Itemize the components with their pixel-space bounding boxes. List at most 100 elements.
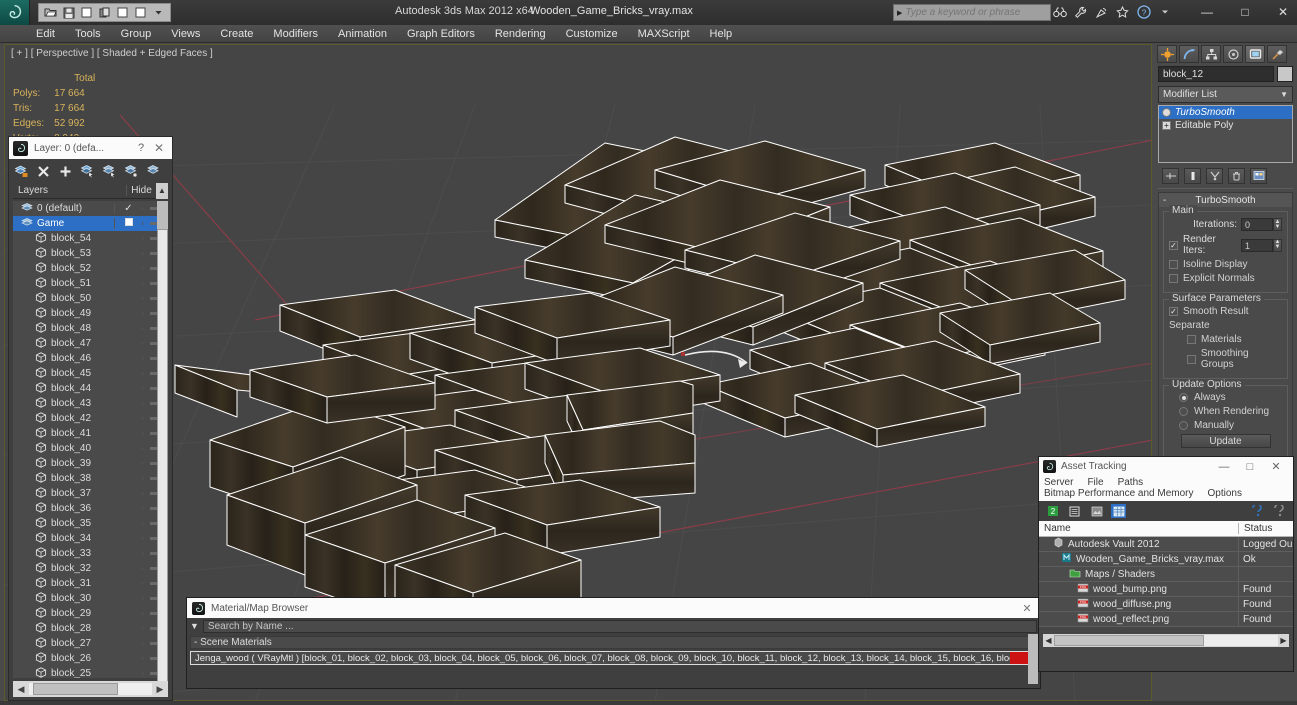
new-scene-button[interactable] (114, 5, 131, 21)
manually-radio[interactable] (1179, 421, 1188, 430)
open-file-button[interactable] (42, 5, 59, 21)
make-unique-button[interactable] (1206, 167, 1223, 184)
isoline-display-checkbox[interactable] (1169, 260, 1178, 269)
layer-row-block-44[interactable]: block_44 (13, 381, 168, 396)
hierarchy-tab[interactable] (1201, 45, 1221, 63)
always-radio[interactable] (1179, 393, 1188, 402)
smoothing-groups-checkbox[interactable] (1187, 354, 1196, 364)
layer-row-block-46[interactable]: block_46 (13, 351, 168, 366)
layer-row-block-45[interactable]: block_45 (13, 366, 168, 381)
asset-menu-options[interactable]: Options (1208, 488, 1242, 499)
menu-item-tools[interactable]: Tools (75, 28, 101, 40)
layer-row-toggle[interactable]: ✓ (114, 203, 142, 214)
layer-row-block-38[interactable]: block_38 (13, 471, 168, 486)
list-view-icon[interactable] (1067, 504, 1082, 518)
select-highlighted-objects-icon[interactable] (102, 164, 117, 179)
3dsmax-logo-icon[interactable] (0, 0, 30, 25)
menu-item-rendering[interactable]: Rendering (495, 28, 546, 40)
object-color-swatch[interactable] (1277, 66, 1293, 82)
asset-row[interactable]: PNG wood_reflect.png Found (1039, 611, 1293, 627)
satellite-dish-icon[interactable] (1094, 4, 1109, 20)
layer-row-block-47[interactable]: block_47 (13, 336, 168, 351)
layer-row-block-37[interactable]: block_37 (13, 486, 168, 501)
display-tab[interactable] (1245, 45, 1265, 63)
refresh-green-icon[interactable]: 2 (1045, 504, 1060, 518)
layer-list-horizontal-scrollbar[interactable]: ◀ ▶ (13, 681, 168, 697)
layer-list-scroll-up-icon[interactable]: ▲ (156, 182, 168, 199)
search-dropdown-icon[interactable]: ▶ (894, 9, 905, 17)
layer-row-block-39[interactable]: block_39 (13, 456, 168, 471)
lightbulb-icon[interactable] (1162, 108, 1171, 117)
help-blue-icon[interactable] (1250, 504, 1265, 518)
layer-row-toggle[interactable] (114, 218, 142, 229)
table-view-icon[interactable] (1111, 504, 1126, 518)
layer-dialog-close-button[interactable]: ✕ (150, 141, 168, 155)
pin-stack-button[interactable] (1162, 167, 1179, 184)
menu-item-modifiers[interactable]: Modifiers (273, 28, 318, 40)
iterations-spinner[interactable]: 0 ▲ ▼ (1241, 218, 1282, 231)
smooth-result-row[interactable]: ✓ Smooth Result (1169, 306, 1282, 317)
layer-row-block-49[interactable]: block_49 (13, 306, 168, 321)
smoothing-groups-row[interactable]: Smoothing Groups (1169, 348, 1282, 370)
layer-row-block-41[interactable]: block_41 (13, 426, 168, 441)
layer-row-block-33[interactable]: block_33 (13, 546, 168, 561)
h-scroll-track[interactable] (29, 683, 152, 695)
layer-row-block-54[interactable]: block_54 (13, 231, 168, 246)
material-list-item[interactable]: Jenga_wood ( VRayMtl ) [block_01, block_… (190, 651, 1037, 665)
menu-item-animation[interactable]: Animation (338, 28, 387, 40)
help-circle-icon[interactable]: ? (1136, 4, 1151, 20)
material-search-input[interactable]: Search by Name ... (202, 619, 1037, 633)
material-browser-close-button[interactable]: ✕ (1019, 602, 1035, 615)
render-iters-value[interactable]: 1 (1241, 238, 1273, 252)
asset-row[interactable]: PNG wood_diffuse.png Found (1039, 596, 1293, 612)
modify-tab[interactable] (1179, 45, 1199, 63)
asset-row[interactable]: Autodesk Vault 2012 Logged Ou (1039, 536, 1293, 552)
search-input[interactable] (905, 7, 1034, 18)
material-browser-scrollbar[interactable] (1028, 634, 1038, 684)
asset-row[interactable]: Wooden_Game_Bricks_vray.max Ok (1039, 551, 1293, 567)
plus-box-icon[interactable]: + (1162, 121, 1171, 130)
layer-row-block-43[interactable]: block_43 (13, 396, 168, 411)
asset-menu-bitmap-performance[interactable]: Bitmap Performance and Memory (1044, 488, 1194, 499)
modifier-stack[interactable]: TurboSmooth + Editable Poly (1158, 105, 1293, 163)
layer-row-block-42[interactable]: block_42 (13, 411, 168, 426)
minimize-button[interactable]: — (1197, 2, 1217, 22)
layer-row-block-30[interactable]: block_30 (13, 591, 168, 606)
asset-maximize-button[interactable]: □ (1237, 461, 1263, 473)
undo-button[interactable] (78, 5, 95, 21)
layer-row-block-36[interactable]: block_36 (13, 501, 168, 516)
modifier-stack-item-turbosmooth[interactable]: TurboSmooth (1159, 106, 1292, 119)
layer-row-block-26[interactable]: block_26 (13, 651, 168, 666)
asset-row[interactable]: PNG wood_bump.png Found (1039, 581, 1293, 597)
smooth-result-checkbox[interactable]: ✓ (1169, 307, 1178, 316)
utilities-tab[interactable] (1267, 45, 1287, 63)
delete-layer-icon[interactable] (36, 164, 51, 179)
create-tab[interactable] (1157, 45, 1177, 63)
layer-row-block-34[interactable]: block_34 (13, 531, 168, 546)
asset-scroll-left-icon[interactable]: ◀ (1043, 636, 1054, 645)
asset-scroll-right-icon[interactable]: ▶ (1278, 636, 1289, 645)
layer-row-game[interactable]: Game (13, 216, 168, 231)
scroll-left-icon[interactable]: ◀ (15, 684, 27, 695)
update-option-when-rendering[interactable]: When Rendering (1169, 406, 1282, 417)
isoline-display-row[interactable]: Isoline Display (1169, 259, 1282, 270)
layer-list[interactable]: 0 (default) ✓ Game block_54 block_53 block_52… (13, 201, 168, 678)
motion-tab[interactable] (1223, 45, 1243, 63)
qat-chevron-down-icon[interactable] (150, 5, 167, 21)
add-selection-to-layer-icon[interactable] (58, 164, 73, 179)
save-file-button[interactable] (60, 5, 77, 21)
layer-row-block-40[interactable]: block_40 (13, 441, 168, 456)
asset-row[interactable]: Maps / Shaders (1039, 566, 1293, 582)
material-map-browser-dialog[interactable]: Material/Map Browser ✕ ▼ Search by Name … (186, 597, 1041, 689)
layer-list-scroll-thumb[interactable] (157, 229, 168, 689)
layer-list-vertical-scrollbar[interactable] (157, 201, 168, 689)
update-button[interactable]: Update (1180, 434, 1271, 448)
when-rendering-radio[interactable] (1179, 407, 1188, 416)
layer-row-block-52[interactable]: block_52 (13, 261, 168, 276)
layer-row-block-53[interactable]: block_53 (13, 246, 168, 261)
asset-minimize-button[interactable]: — (1211, 461, 1237, 473)
menu-item-group[interactable]: Group (121, 28, 152, 40)
highlight-selected-objects-icon[interactable] (124, 164, 139, 179)
explicit-normals-row[interactable]: Explicit Normals (1169, 273, 1282, 284)
chevron-down-icon[interactable]: ▼ (1280, 90, 1288, 99)
